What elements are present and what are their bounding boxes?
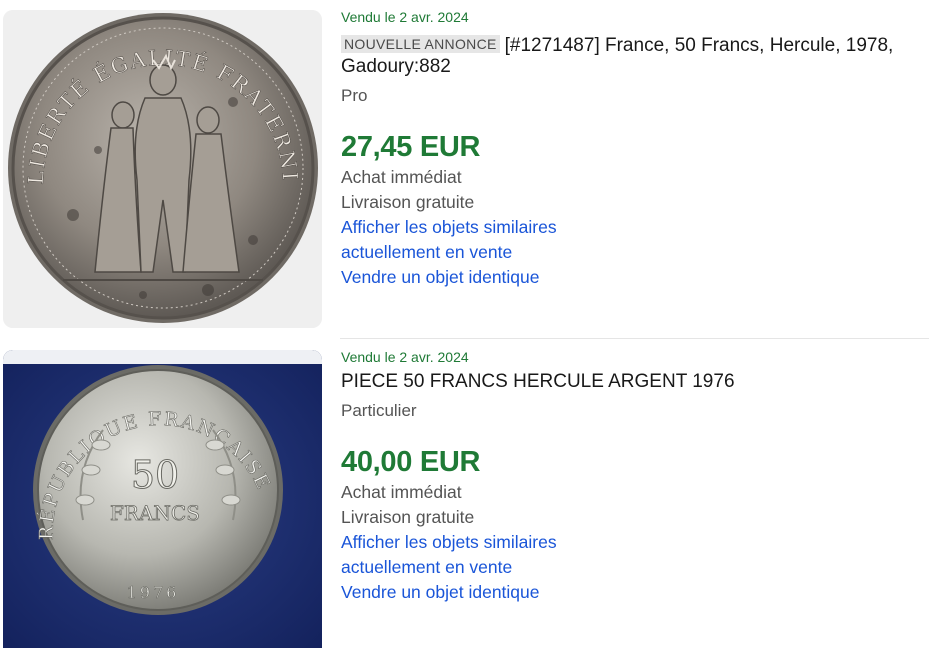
sold-date: Vendu le 2 avr. 2024 [341, 9, 469, 25]
listing-price: 27,45 EUR [341, 131, 481, 163]
seller-type: Particulier [341, 401, 417, 420]
buy-format: Achat immédiat [341, 167, 462, 187]
seller-type: Pro [341, 86, 368, 105]
sell-similar-link[interactable]: Vendre un objet identique [341, 267, 540, 288]
shipping-info: Livraison gratuite [341, 507, 475, 527]
listing-thumbnail[interactable]: RÉPUBLIQUE FRANÇAISE 50 FRANCS 1976 [3, 350, 322, 648]
listing-thumbnail[interactable]: LIBERTÉ ÉGALITÉ FRATERNITÉ [3, 10, 322, 328]
coin-hercule-obverse-image: LIBERTÉ ÉGALITÉ FRATERNITÉ [3, 10, 322, 328]
listing-card[interactable]: LIBERTÉ ÉGALITÉ FRATERNITÉ Vendu le 2 av… [0, 0, 929, 338]
sold-date: Vendu le 2 avr. 2024 [341, 349, 469, 365]
view-similar-link[interactable]: Afficher les objets similaires [341, 532, 557, 553]
coin-unit-text: FRANCS [110, 501, 200, 525]
coin-value-text: 50 [131, 453, 179, 497]
listing-price: 40,00 EUR [341, 446, 481, 478]
listing-divider [340, 338, 929, 339]
listing-title[interactable]: PIECE 50 FRANCS HERCULE ARGENT 1976 [341, 368, 929, 395]
sell-similar-link[interactable]: Vendre un objet identique [341, 582, 540, 603]
listing-title-line2[interactable]: Gadoury:882 [341, 53, 929, 80]
shipping-info: Livraison gratuite [341, 192, 475, 212]
new-listing-badge: NOUVELLE ANNONCE [341, 35, 500, 53]
coin-50-francs-reverse-image: RÉPUBLIQUE FRANÇAISE 50 FRANCS 1976 [3, 350, 322, 648]
view-similar-link-line2[interactable]: actuellement en vente [341, 557, 512, 578]
coin-year-text: 1976 [127, 583, 180, 602]
view-similar-link[interactable]: Afficher les objets similaires [341, 217, 557, 238]
listing-card[interactable]: RÉPUBLIQUE FRANÇAISE 50 FRANCS 1976 Vend… [0, 340, 929, 648]
view-similar-link-line2[interactable]: actuellement en vente [341, 242, 512, 263]
buy-format: Achat immédiat [341, 482, 462, 502]
